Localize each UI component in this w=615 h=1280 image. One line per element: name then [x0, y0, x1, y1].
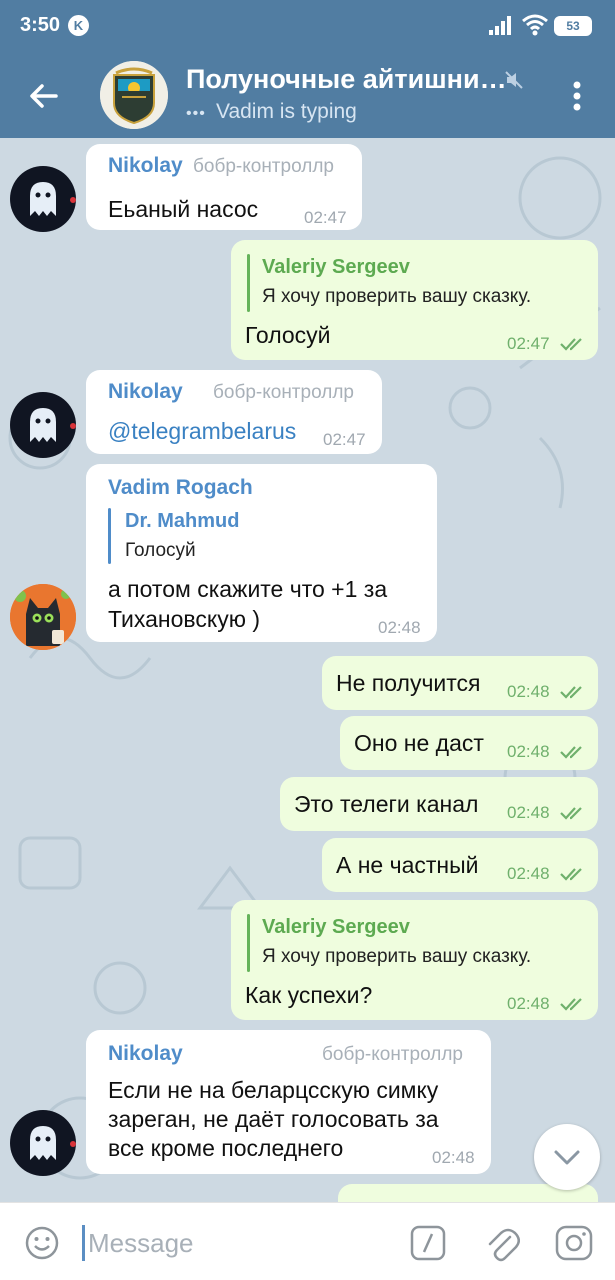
camera-icon[interactable] — [555, 1225, 593, 1261]
admin-badge: бобр-контроллр — [322, 1044, 463, 1065]
message-bubble-outgoing[interactable]: Оно не даст 02:48 — [340, 716, 598, 770]
status-bar: 3:50 K 53 — [0, 0, 615, 52]
message-text-line: а потом скажите что +1 за — [108, 576, 388, 602]
message-time: 02:47 — [304, 208, 347, 227]
signal-icon — [489, 16, 511, 35]
message-text-line: зареган, не даёт голосовать за — [108, 1106, 439, 1132]
chat-title[interactable]: Полуночные айтишни… — [186, 64, 504, 95]
double-check-icon — [560, 686, 582, 699]
sender-name[interactable]: Nikolay — [108, 380, 183, 404]
reply-bar — [247, 254, 250, 312]
double-check-icon — [560, 807, 582, 820]
message-time: 02:47 — [507, 334, 550, 353]
admin-badge: бобр-контроллр — [213, 382, 354, 403]
message-text-line: все кроме последнего — [108, 1135, 344, 1161]
message-time: 02:48 — [432, 1148, 475, 1167]
reply-bar — [108, 508, 111, 564]
message-time: 02:47 — [323, 430, 366, 449]
scroll-down-button[interactable] — [534, 1124, 600, 1190]
wifi-icon — [522, 14, 548, 36]
message-bubble[interactable]: Nikolay бобр-контроллр Если не на беларц… — [86, 1030, 491, 1174]
mention-link[interactable]: @telegrambelarus — [108, 416, 296, 446]
sender-name[interactable]: Vadim Rogach — [108, 476, 253, 500]
message-time: 02:48 — [507, 682, 550, 701]
reply-sender[interactable]: Dr. Mahmud — [125, 510, 239, 533]
reply-sender[interactable]: Valeriy Sergeev — [262, 256, 410, 279]
status-time: 3:50 — [20, 14, 61, 36]
message-bubble-outgoing[interactable]: Это телеги канал 02:48 — [280, 777, 598, 831]
reply-text: Я хочу проверить вашу сказку. — [262, 946, 532, 967]
message-bubble-outgoing[interactable]: Не получится 02:48 — [322, 656, 598, 710]
message-time: 02:48 — [507, 742, 550, 761]
message-bubble[interactable]: Vadim Rogach Dr. Mahmud Голосуй а потом … — [86, 464, 437, 642]
back-arrow-icon[interactable] — [22, 74, 66, 118]
chat-header: Полуночные айтишни… ••• Vadim is typing — [0, 52, 615, 138]
chevron-down-icon — [554, 1150, 580, 1165]
reply-sender[interactable]: Valeriy Sergeev — [262, 916, 410, 939]
emoji-icon[interactable] — [24, 1225, 60, 1261]
typing-status: ••• Vadim is typing — [186, 100, 357, 124]
message-time: 02:48 — [507, 803, 550, 822]
message-time: 02:48 — [507, 994, 550, 1013]
message-text-line: Тихановскую ) — [108, 606, 260, 632]
message-text: Оно не даст — [354, 730, 484, 756]
reply-bar — [247, 914, 250, 972]
message-text: Как успехи? — [245, 982, 373, 1008]
message-text-line: Если не на беларцсскую симку — [108, 1077, 439, 1103]
message-bubble-outgoing[interactable]: Valeriy Sergeev Я хочу проверить вашу ск… — [231, 240, 598, 360]
avatar-nikolay[interactable] — [10, 1110, 76, 1176]
double-check-icon — [560, 338, 582, 351]
battery-icon: 53 — [554, 16, 592, 36]
typing-dots-icon: ••• — [186, 105, 206, 122]
reply-text: Голосуй — [125, 540, 196, 561]
chat-area[interactable]: Nikolay бобр-контроллр Еьаный насос 02:4… — [0, 138, 615, 1202]
sender-name[interactable]: Nikolay — [108, 1042, 183, 1066]
kazakhstan-emblem-icon — [100, 61, 168, 129]
cat-avatar-icon — [10, 584, 76, 650]
chat-avatar[interactable] — [100, 61, 168, 129]
double-check-icon — [560, 868, 582, 881]
message-composer — [0, 1202, 615, 1280]
typing-text: Vadim is typing — [216, 100, 357, 123]
message-input[interactable] — [88, 1225, 378, 1261]
message-text: Голосуй — [245, 322, 331, 348]
message-time: 02:48 — [378, 618, 421, 637]
message-text: Это телеги канал — [294, 791, 479, 817]
muted-speaker-icon — [505, 71, 523, 89]
avatar-nikolay[interactable] — [10, 166, 76, 232]
message-text: Не получится — [336, 670, 481, 696]
paperclip-icon[interactable] — [484, 1223, 520, 1263]
ghost-avatar-icon — [30, 182, 76, 216]
reply-text: Я хочу проверить вашу сказку. — [262, 286, 532, 307]
ghost-avatar-icon — [30, 408, 76, 442]
avatar-vadim-rogach[interactable] — [10, 584, 76, 650]
double-check-icon — [560, 998, 582, 1011]
more-vertical-icon[interactable] — [560, 76, 594, 116]
double-check-icon — [560, 746, 582, 759]
k-app-icon: K — [68, 15, 89, 36]
message-text: А не частный — [336, 852, 479, 878]
message-text: Еьаный насос — [108, 196, 259, 222]
message-bubble-outgoing[interactable]: Valeriy Sergeev Я хочу проверить вашу ск… — [231, 900, 598, 1020]
message-bubble-outgoing[interactable]: А не частный 02:48 — [322, 838, 598, 892]
admin-badge: бобр-контроллр — [193, 156, 334, 177]
avatar-nikolay[interactable] — [10, 392, 76, 458]
slash-command-icon[interactable] — [410, 1225, 446, 1261]
message-bubble[interactable]: Nikolay бобр-контроллр Еьаный насос 02:4… — [86, 144, 362, 230]
message-time: 02:48 — [507, 864, 550, 883]
message-bubble[interactable]: Nikolay бобр-контроллр @telegrambelarus … — [86, 370, 382, 454]
ghost-avatar-icon — [30, 1126, 76, 1160]
sender-name[interactable]: Nikolay — [108, 154, 183, 178]
text-cursor — [82, 1225, 85, 1261]
